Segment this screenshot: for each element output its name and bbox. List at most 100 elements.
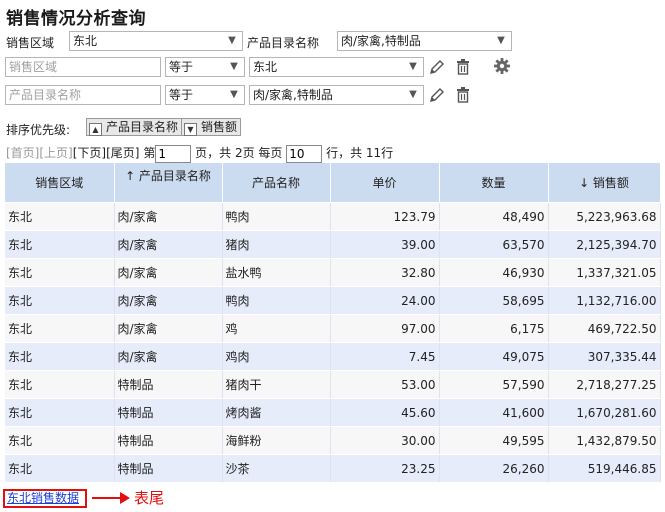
condition-value: 东北 <box>253 60 278 74</box>
gear-icon[interactable] <box>493 57 511 75</box>
cell-catalog: 特制品 <box>114 454 223 483</box>
cell-product: 鸭肉 <box>222 286 331 315</box>
cell-quantity: 49,595 <box>439 426 549 455</box>
column-header-catalog[interactable]: ↑ 产品目录名称 <box>114 163 223 203</box>
arrow-down-icon: ▼ <box>184 123 197 136</box>
cell-product: 海鲜粉 <box>222 426 331 455</box>
sort-item-label: 销售额 <box>201 120 238 134</box>
table-row: 东北 肉/家禽 盐水鸭 32.80 46,930 1,337,321.05 <box>5 258 661 287</box>
page-number-input[interactable] <box>155 144 192 163</box>
pager-page-prefix: 第 <box>143 146 156 160</box>
footer-link[interactable]: 东北销售数据 <box>3 489 87 508</box>
region-select-value: 东北 <box>73 34 98 48</box>
catalog-select-value: 肉/家禽,特制品 <box>341 34 421 48</box>
cell-region: 东北 <box>5 202 115 231</box>
column-header-label: ↑ 产品目录名称 <box>125 169 211 183</box>
cell-product: 盐水鸭 <box>222 258 331 287</box>
column-header-sales[interactable]: ↓ 销售额 <box>548 163 661 203</box>
condition-value-select-1[interactable]: 东北 ▼ <box>249 57 424 77</box>
cell-sales: 519,446.85 <box>548 454 661 483</box>
cell-quantity: 26,260 <box>439 454 549 483</box>
cell-sales: 5,223,963.68 <box>548 202 661 231</box>
pager-last[interactable]: [尾页] <box>106 146 139 160</box>
cell-unit-price: 97.00 <box>330 314 440 343</box>
cell-catalog: 肉/家禽 <box>114 342 223 371</box>
chevron-down-icon: ▼ <box>228 35 236 46</box>
cell-region: 东北 <box>5 286 115 315</box>
column-header-quantity[interactable]: 数量 <box>439 163 549 203</box>
condition-value-select-2[interactable]: 肉/家禽,特制品 ▼ <box>249 85 424 105</box>
table-row: 东北 特制品 海鲜粉 30.00 49,595 1,432,879.50 <box>5 426 661 455</box>
cell-catalog: 特制品 <box>114 398 223 427</box>
cell-quantity: 58,695 <box>439 286 549 315</box>
cell-unit-price: 23.25 <box>330 454 440 483</box>
cell-product: 猪肉干 <box>222 370 331 399</box>
cell-quantity: 49,075 <box>439 342 549 371</box>
cell-quantity: 57,590 <box>439 370 549 399</box>
chevron-down-icon: ▼ <box>409 89 417 100</box>
region-label: 销售区域 <box>6 36 55 50</box>
cell-catalog: 肉/家禽 <box>114 314 223 343</box>
column-header-region[interactable]: 销售区域 <box>5 163 115 203</box>
table-row: 东北 肉/家禽 猪肉 39.00 63,570 2,125,394.70 <box>5 230 661 259</box>
cell-sales: 1,337,321.05 <box>548 258 661 287</box>
cell-catalog: 肉/家禽 <box>114 202 223 231</box>
cell-unit-price: 53.00 <box>330 370 440 399</box>
region-select[interactable]: 东北 ▼ <box>69 31 243 51</box>
cell-sales: 2,125,394.70 <box>548 230 661 259</box>
page-title: 销售情况分析查询 <box>6 9 146 29</box>
cell-product: 鸭肉 <box>222 202 331 231</box>
cell-catalog: 肉/家禽 <box>114 258 223 287</box>
page-size-input[interactable] <box>286 144 323 163</box>
sort-item-catalog[interactable]: ▲ 产品目录名称 <box>86 118 183 136</box>
table-row: 东北 肉/家禽 鸡 97.00 6,175 469,722.50 <box>5 314 661 343</box>
chevron-down-icon: ▼ <box>497 35 505 46</box>
pager-next[interactable]: [下页] <box>73 146 106 160</box>
column-header-unit-price[interactable]: 单价 <box>330 163 440 203</box>
cell-catalog: 肉/家禽 <box>114 286 223 315</box>
cell-product: 鸡肉 <box>222 342 331 371</box>
sort-priority-label: 排序优先级: <box>6 123 71 137</box>
cell-region: 东北 <box>5 454 115 483</box>
table-row: 东北 肉/家禽 鸡肉 7.45 49,075 307,335.44 <box>5 342 661 371</box>
cell-region: 东北 <box>5 342 115 371</box>
pager-page-suffix: 页，共 2页 每页 <box>195 146 283 160</box>
sort-item-sales[interactable]: ▼ 销售额 <box>181 118 242 136</box>
condition-operator-select-2[interactable]: 等于 ▼ <box>165 85 245 105</box>
cell-quantity: 63,570 <box>439 230 549 259</box>
cell-unit-price: 123.79 <box>330 202 440 231</box>
table-row: 东北 特制品 烤肉酱 45.60 41,600 1,670,281.60 <box>5 398 661 427</box>
cell-region: 东北 <box>5 314 115 343</box>
column-header-product[interactable]: 产品名称 <box>222 163 331 203</box>
condition-field-input-2[interactable]: 产品目录名称 <box>5 85 161 105</box>
cell-region: 东北 <box>5 398 115 427</box>
cell-catalog: 特制品 <box>114 426 223 455</box>
catalog-select[interactable]: 肉/家禽,特制品 ▼ <box>337 31 512 51</box>
arrow-right-icon <box>120 492 130 504</box>
pencil-icon[interactable] <box>428 58 446 76</box>
pencil-icon[interactable] <box>428 86 446 104</box>
cell-sales: 307,335.44 <box>548 342 661 371</box>
cell-quantity: 6,175 <box>439 314 549 343</box>
condition-operator-select-1[interactable]: 等于 ▼ <box>165 57 245 77</box>
pager: [首页][上页][下页][尾页] 第 页，共 2页 每页 行，共 11行 <box>6 144 393 163</box>
cell-sales: 1,132,716.00 <box>548 286 661 315</box>
cell-sales: 2,718,277.25 <box>548 370 661 399</box>
operator-value: 等于 <box>169 60 194 74</box>
pager-prev: [上页] <box>39 146 73 160</box>
pager-rows-suffix: 行，共 11行 <box>326 146 394 160</box>
chevron-down-icon: ▼ <box>409 61 417 72</box>
catalog-label: 产品目录名称 <box>247 36 320 50</box>
cell-quantity: 41,600 <box>439 398 549 427</box>
cell-sales: 1,670,281.60 <box>548 398 661 427</box>
cell-region: 东北 <box>5 370 115 399</box>
chevron-down-icon: ▼ <box>230 89 238 100</box>
condition-field-input-1[interactable]: 销售区域 <box>5 57 161 77</box>
trash-icon[interactable] <box>454 86 472 104</box>
cell-unit-price: 30.00 <box>330 426 440 455</box>
table-header-row: 销售区域 ↑ 产品目录名称 产品名称 单价 数量 ↓ 销售额 <box>5 163 661 203</box>
trash-icon[interactable] <box>454 58 472 76</box>
cell-sales: 469,722.50 <box>548 314 661 343</box>
cell-unit-price: 32.80 <box>330 258 440 287</box>
pager-first: [首页] <box>6 146 40 160</box>
